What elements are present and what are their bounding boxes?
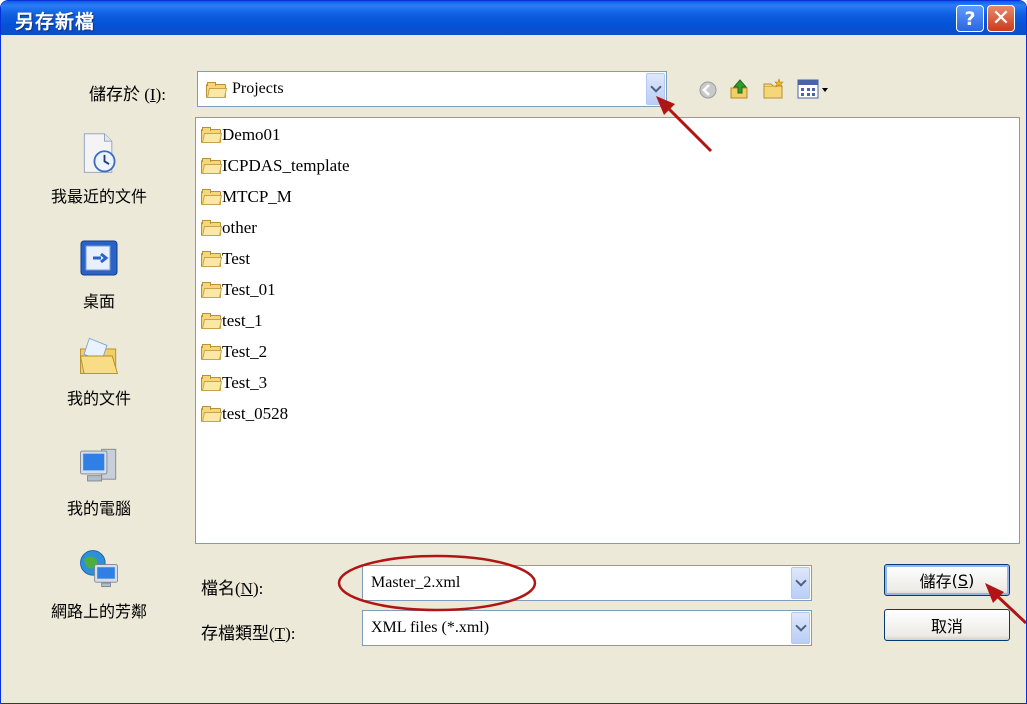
highlight-ellipse: [337, 554, 537, 612]
annotation-arrow: [985, 583, 1026, 625]
save-as-dialog: 另存新檔 ? ✕ 儲存於 (I): Projects 我最近的文件 桌面 我的文…: [0, 0, 1027, 704]
annotation-layer: [337, 96, 1026, 625]
annotation-arrow: [656, 96, 713, 153]
